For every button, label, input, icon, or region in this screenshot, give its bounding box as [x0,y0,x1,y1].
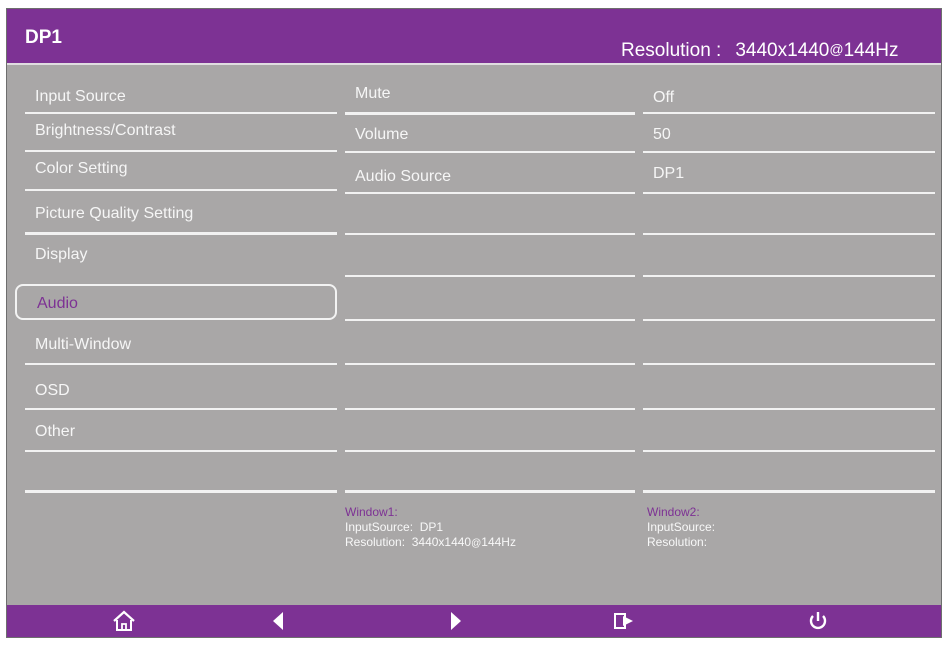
window1-info: Window1: InputSource: DP1 Resolution: 34… [345,505,516,551]
divider [643,151,935,153]
divider [643,319,935,321]
resolution-refresh: 144Hz [843,40,899,61]
divider [25,450,337,452]
divider [643,363,935,365]
window2-resolution: Resolution: [647,535,708,549]
menu-item-audio-label: Audio [37,295,78,312]
divider [643,490,935,493]
divider [25,232,337,235]
divider [345,490,635,493]
power-icon[interactable] [805,608,831,634]
divider [25,189,337,191]
window2-title: Window2: [647,505,700,519]
home-icon[interactable] [111,608,137,634]
left-arrow-icon[interactable] [265,608,291,634]
divider [25,408,337,410]
divider [25,112,337,114]
window1-input-source: InputSource: DP1 [345,520,444,534]
divider [25,150,337,152]
divider [643,408,935,410]
divider [345,408,635,410]
osd-footer [7,605,941,637]
divider [345,112,635,115]
resolution-at: @ [829,41,844,57]
divider [345,450,635,452]
osd-window: DP1 Resolution :3440x1440@144Hz Input So… [6,8,942,638]
menu-item-audio-selected[interactable]: Audio [15,284,337,320]
window1-resolution: Resolution: 3440x1440@144Hz [345,535,516,549]
divider [25,363,337,365]
divider [345,319,635,321]
divider [345,233,635,235]
osd-header: DP1 Resolution : 3440x1440@144Hz [7,9,941,65]
resolution-info: Resolution : 3440x1440@144Hz [621,40,899,62]
divider [345,151,635,153]
resolution-label: Resolution : [621,40,722,61]
divider [25,490,337,493]
divider [345,363,635,365]
exit-icon[interactable] [611,608,637,634]
divider [345,192,635,194]
right-arrow-icon[interactable] [443,608,469,634]
window2-input-source: InputSource: [647,520,716,534]
input-title: DP1 [25,27,62,48]
divider [643,275,935,277]
divider [643,233,935,235]
divider [643,192,935,194]
window1-title: Window1: [345,505,398,519]
divider [643,450,935,452]
resolution-value: 3440x1440 [735,40,830,61]
window2-info: Window2: InputSource: Resolution: [647,505,715,550]
divider [643,112,935,114]
divider [345,275,635,277]
